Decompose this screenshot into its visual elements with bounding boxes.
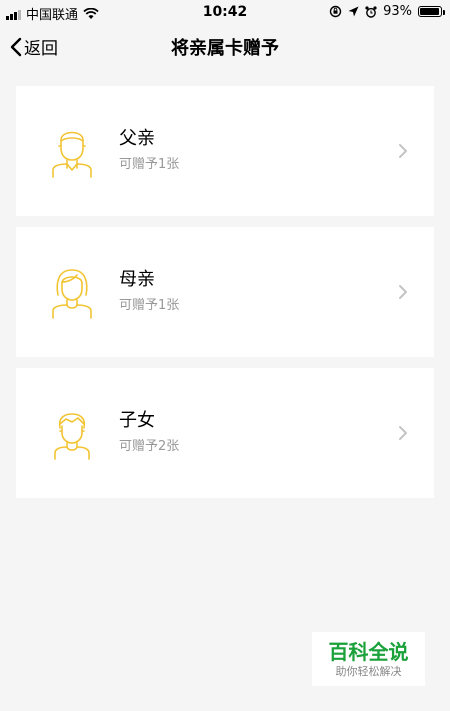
gift-count: 可赠予1张: [119, 298, 180, 313]
relative-name: 母亲: [119, 269, 155, 290]
watermark-subtitle: 助你轻松解决: [335, 665, 402, 678]
watermark-title: 百科全说: [328, 640, 409, 664]
chevron-right-icon: [399, 285, 407, 299]
relative-name: 子女: [119, 410, 155, 431]
gift-count: 可赠予2张: [119, 439, 180, 454]
relative-card-father[interactable]: 父亲 可赠予1张: [16, 86, 434, 216]
mother-avatar-icon: [52, 269, 92, 319]
relative-name: 父亲: [119, 128, 155, 149]
child-avatar-icon: [54, 413, 90, 460]
chevron-right-icon: [399, 144, 407, 158]
relative-card-mother[interactable]: 母亲 可赠予1张: [16, 227, 434, 357]
rotation-lock-icon: [329, 5, 342, 18]
battery-percent: 93%: [383, 4, 412, 19]
page-title: 将亲属卡赠予: [171, 38, 279, 59]
status-right: 93%: [329, 4, 445, 19]
location-icon: [348, 6, 359, 17]
gift-count: 可赠予1张: [119, 157, 180, 172]
watermark: 百科全说 助你轻松解决: [312, 632, 425, 686]
chevron-right-icon: [399, 426, 407, 440]
alarm-icon: [365, 5, 377, 18]
status-bar: 中国联通 10:42 93%: [0, 0, 450, 24]
father-avatar-icon: [52, 131, 92, 178]
relative-card-child[interactable]: 子女 可赠予2张: [16, 368, 434, 498]
nav-bar: 返回 将亲属卡赠予: [0, 24, 450, 68]
battery-icon: [418, 6, 445, 17]
